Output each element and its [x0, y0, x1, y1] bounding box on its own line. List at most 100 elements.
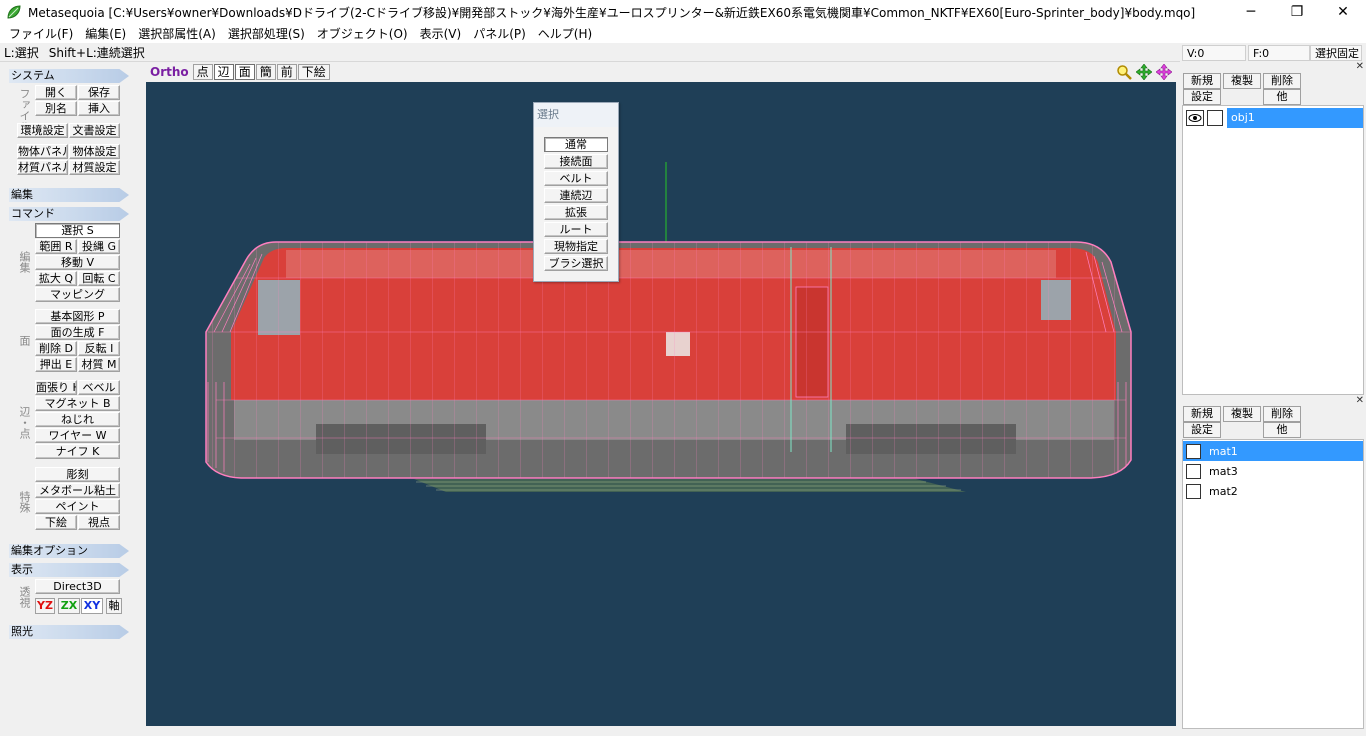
wire-tool-button[interactable]: ワイヤー W: [35, 428, 120, 443]
section-system[interactable]: システム: [9, 69, 129, 83]
object-delete-button[interactable]: 削除: [1263, 73, 1301, 89]
hint-continuous-select: Shift+L:連続選択: [48, 45, 145, 60]
material-settings-button[interactable]: 設定: [1183, 422, 1221, 438]
save-button[interactable]: 保存: [78, 85, 120, 100]
object-duplicate-button[interactable]: 複製: [1223, 73, 1261, 89]
range-tool-button[interactable]: 範囲 R: [35, 239, 77, 254]
view-mode-underlay[interactable]: 下絵: [297, 64, 330, 80]
zx-view-button[interactable]: ZX: [58, 598, 80, 614]
view-mode-vertex[interactable]: 点: [192, 64, 213, 80]
select-mode-continuous-edge[interactable]: 連続辺: [544, 188, 608, 203]
axis-toggle-button[interactable]: 軸: [106, 598, 122, 614]
visibility-eye-icon[interactable]: [1186, 110, 1204, 126]
menu-selection-process[interactable]: 選択部処理(S): [222, 25, 311, 42]
maximize-button[interactable]: ❐: [1274, 0, 1320, 24]
selection-panel-title[interactable]: 選択: [534, 103, 618, 127]
view-mode-simple[interactable]: 簡: [255, 64, 276, 80]
material-tool-button[interactable]: 材質 M: [78, 357, 120, 372]
object-row[interactable]: obj1: [1183, 108, 1363, 128]
3d-viewport[interactable]: [146, 82, 1176, 726]
yz-view-button[interactable]: YZ: [35, 598, 55, 614]
insert-button[interactable]: 挿入: [78, 101, 120, 116]
document-settings-button[interactable]: 文書設定: [69, 123, 120, 138]
extrude-tool-button[interactable]: 押出 E: [35, 357, 77, 372]
primitive-tool-button[interactable]: 基本図形 P: [35, 309, 120, 324]
object-settings-button[interactable]: 設定: [1183, 89, 1221, 105]
projection-ortho-label[interactable]: Ortho: [150, 65, 189, 79]
sculpt-tool-button[interactable]: 彫刻: [35, 467, 120, 482]
select-mode-route[interactable]: ルート: [544, 222, 608, 237]
stretch-face-button[interactable]: 面張り H: [35, 380, 77, 395]
object-more-button[interactable]: 他: [1263, 89, 1301, 105]
select-mode-belt[interactable]: ベルト: [544, 171, 608, 186]
object-lock-toggle[interactable]: [1207, 110, 1223, 126]
section-edit[interactable]: 編集: [9, 188, 129, 202]
move-tool-button[interactable]: 移動 V: [35, 255, 120, 270]
select-mode-connected-face[interactable]: 接続面: [544, 154, 608, 169]
metaball-clay-button[interactable]: メタボール粘土: [35, 483, 120, 498]
bevel-button[interactable]: ベベル: [78, 380, 120, 395]
knife-tool-button[interactable]: ナイフ K: [35, 444, 120, 459]
rotate-tool-button[interactable]: 回転 C: [78, 271, 120, 286]
pan-icon[interactable]: [1136, 64, 1152, 80]
viewpoint-button[interactable]: 視点: [78, 515, 120, 530]
minimize-button[interactable]: ─: [1228, 0, 1274, 24]
material-panel-close-icon[interactable]: ✕: [1356, 395, 1364, 406]
generate-face-button[interactable]: 面の生成 F: [35, 325, 120, 340]
menu-selection-attribute[interactable]: 選択部属性(A): [132, 25, 222, 42]
axis-view-buttons: YZ ZX XY 軸: [35, 598, 125, 616]
zoom-icon[interactable]: [1116, 64, 1132, 80]
material-delete-button[interactable]: 削除: [1263, 406, 1301, 422]
select-mode-normal[interactable]: 通常: [544, 137, 608, 152]
flip-tool-button[interactable]: 反転 I: [78, 341, 120, 356]
material-row[interactable]: mat1: [1183, 441, 1363, 461]
close-button[interactable]: ✕: [1320, 0, 1366, 24]
object-settings-button[interactable]: 物体設定: [69, 144, 120, 159]
select-mode-brush[interactable]: ブラシ選択: [544, 256, 608, 271]
object-new-button[interactable]: 新規: [1183, 73, 1221, 89]
menu-panel[interactable]: パネル(P): [467, 25, 532, 42]
object-name[interactable]: obj1: [1227, 108, 1363, 128]
viewport-toolbar: Ortho 点 辺 面 簡 前 下絵: [146, 62, 1176, 82]
object-panel-close-icon[interactable]: ✕: [1356, 61, 1364, 72]
selection-lock-toggle[interactable]: 選択固定: [1310, 45, 1362, 61]
material-row[interactable]: mat2: [1183, 481, 1363, 501]
material-settings-button[interactable]: 材質設定: [69, 160, 120, 175]
section-lighting[interactable]: 照光: [9, 625, 129, 639]
save-as-button[interactable]: 別名: [35, 101, 77, 116]
lasso-tool-button[interactable]: 投縄 G: [78, 239, 120, 254]
mapping-tool-button[interactable]: マッピング: [35, 287, 120, 302]
xy-view-button[interactable]: XY: [81, 598, 103, 614]
menu-object[interactable]: オブジェクト(O): [311, 25, 414, 42]
object-panel-button[interactable]: 物体パネル: [17, 144, 68, 159]
direct3d-button[interactable]: Direct3D: [35, 579, 120, 594]
section-display[interactable]: 表示: [9, 563, 129, 577]
magnet-tool-button[interactable]: マグネット B: [35, 396, 120, 411]
material-row[interactable]: mat3: [1183, 461, 1363, 481]
material-more-button[interactable]: 他: [1263, 422, 1301, 438]
scale-tool-button[interactable]: 拡大 Q: [35, 271, 77, 286]
view-mode-edge[interactable]: 辺: [213, 64, 234, 80]
rotate-view-icon[interactable]: [1156, 64, 1172, 80]
underlay-button[interactable]: 下絵: [35, 515, 77, 530]
view-mode-front[interactable]: 前: [276, 64, 297, 80]
environment-settings-button[interactable]: 環境設定: [17, 123, 68, 138]
material-new-button[interactable]: 新規: [1183, 406, 1221, 422]
delete-tool-button[interactable]: 削除 D: [35, 341, 77, 356]
material-panel-button[interactable]: 材質パネル: [17, 160, 68, 175]
menu-help[interactable]: ヘルプ(H): [532, 25, 598, 42]
edit-group-label: 編集: [18, 251, 31, 273]
material-duplicate-button[interactable]: 複製: [1223, 406, 1261, 422]
twist-tool-button[interactable]: ねじれ: [35, 412, 120, 427]
select-mode-actual-designation[interactable]: 現物指定: [544, 239, 608, 254]
section-command[interactable]: コマンド: [9, 207, 129, 221]
section-edit-options[interactable]: 編集オプション: [9, 544, 129, 558]
select-mode-expand[interactable]: 拡張: [544, 205, 608, 220]
view-mode-face[interactable]: 面: [234, 64, 255, 80]
select-tool-button[interactable]: 選択 S: [35, 223, 120, 238]
menu-view[interactable]: 表示(V): [414, 25, 468, 42]
paint-tool-button[interactable]: ペイント: [35, 499, 120, 514]
menu-file[interactable]: ファイル(F): [3, 25, 79, 42]
open-button[interactable]: 開く: [35, 85, 77, 100]
menu-edit[interactable]: 編集(E): [79, 25, 132, 42]
